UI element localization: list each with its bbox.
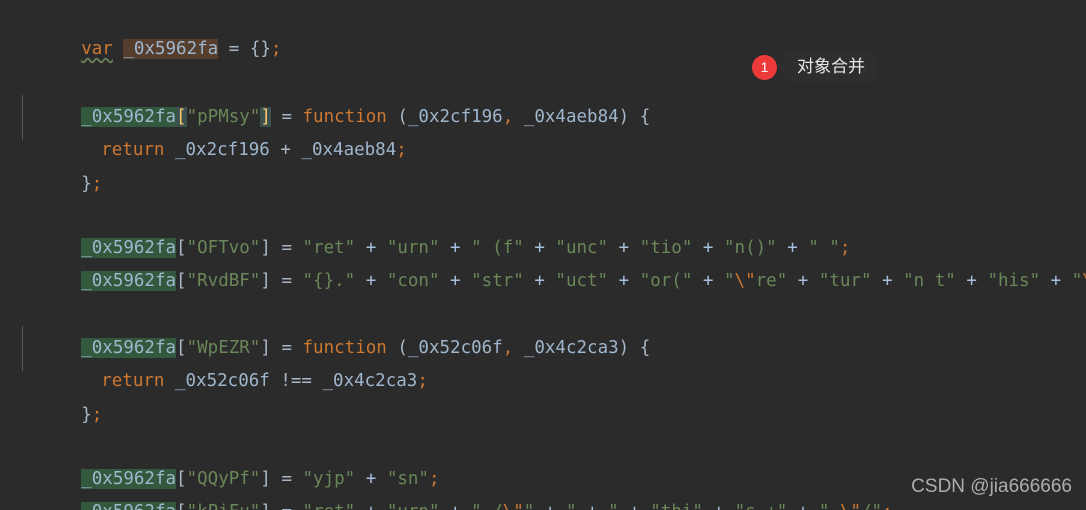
code-line-pPMsy-return[interactable]: return _0x2cf196 + _0x4aeb84;: [0, 101, 1086, 160]
code-editor[interactable]: var _0x5962fa = {}; _0x5962fa["pPMsy"] =…: [0, 0, 1086, 510]
token-bracket-open: [: [176, 271, 187, 291]
code-line-declaration[interactable]: var _0x5962fa = {};: [0, 0, 1086, 59]
inlay-hint[interactable]: 1 对象合并: [750, 52, 877, 82]
code-line-pPMsy-assign[interactable]: _0x5962fa["pPMsy"] = function (_0x2cf196…: [0, 68, 1086, 127]
token-object-name: _0x5962fa: [123, 39, 219, 59]
watermark-text: CSDN @jia666666: [911, 476, 1072, 497]
token-keyword-var: var: [81, 39, 113, 59]
code-line-WpEZR-return[interactable]: return _0x52c06f !== _0x4c2ca3;: [0, 332, 1086, 391]
indent-guide: [22, 326, 23, 371]
code-line-QQyPf-assign[interactable]: _0x5962fa["QQyPf"] = "yjp" + "sn";: [0, 430, 1086, 489]
indent-guide: [22, 95, 23, 140]
code-line-partial-cut[interactable]: _0x5cd966 = _0x5962fa: [0, 496, 1086, 510]
token-bracket-close: ]: [260, 271, 271, 291]
tooltip-label: 对象合并: [785, 52, 877, 82]
hint-tooltip[interactable]: 对象合并: [775, 52, 877, 82]
token-escape-seq: \": [1082, 271, 1086, 291]
token-escape-seq: \": [734, 271, 756, 291]
hint-count-badge[interactable]: 1: [752, 54, 777, 80]
code-line-OFTvo-assign[interactable]: _0x5962fa["OFTvo"] = "ret" + "urn" + " (…: [0, 199, 1086, 258]
code-line-RvdBF-assign[interactable]: _0x5962fa["RvdBF"] = "{}." + "con" + "st…: [0, 232, 1086, 291]
code-line-WpEZR-assign[interactable]: _0x5962fa["WpEZR"] = function (_0x52c06f…: [0, 299, 1086, 358]
code-line-pPMsy-close[interactable]: };: [0, 135, 1086, 194]
code-line-WpEZR-close[interactable]: };: [0, 366, 1086, 425]
token-property-key: "RvdBF": [186, 271, 261, 291]
token-object-name: _0x5962fa: [81, 271, 177, 291]
